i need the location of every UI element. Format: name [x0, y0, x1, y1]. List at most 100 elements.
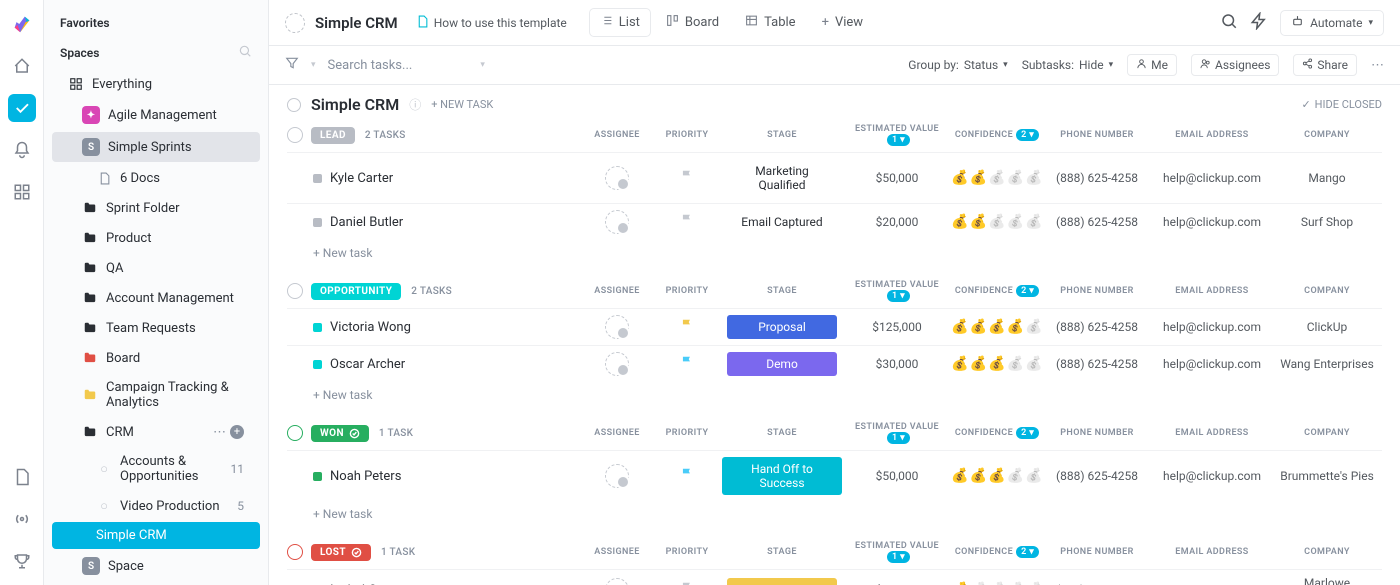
search-icon[interactable] [1220, 12, 1238, 34]
task-status-dot[interactable] [313, 472, 322, 481]
sidebar-item-account-mgmt[interactable]: Account Management [52, 284, 260, 312]
doc-icon[interactable] [8, 463, 36, 491]
email-cell[interactable]: help@clickup.com [1152, 171, 1272, 185]
email-cell[interactable]: help@clickup.com [1152, 469, 1272, 483]
task-row[interactable]: Noah Peters Hand Off to Success $50,000 … [287, 450, 1382, 501]
company-cell[interactable]: ClickUp [1272, 320, 1382, 334]
priority-cell[interactable] [652, 581, 722, 585]
tab-list[interactable]: List [589, 8, 651, 37]
phone-cell[interactable]: (888) 625-4258 [1042, 469, 1152, 483]
task-status-dot[interactable] [313, 218, 322, 227]
sidebar-item-board[interactable]: Board [52, 344, 260, 372]
confidence-cell[interactable]: 💰💰💰💰💰 [952, 319, 1042, 335]
new-task-button[interactable]: + NEW TASK [431, 98, 493, 111]
task-row[interactable]: Kyle Carter Marketing Qualified $50,000 … [287, 152, 1382, 203]
email-cell[interactable]: help@clickup.com [1152, 320, 1272, 334]
tab-add-view[interactable]: + View [811, 8, 875, 37]
share-pill[interactable]: Share [1293, 54, 1357, 76]
value-cell[interactable]: $20,000 [842, 215, 952, 229]
stage-cell[interactable]: Email Captured [722, 210, 842, 234]
company-cell[interactable]: Surf Shop [1272, 215, 1382, 229]
group-by[interactable]: Group by: Status ▾ [908, 58, 1007, 72]
assignees-pill[interactable]: Assignees [1191, 54, 1279, 76]
priority-cell[interactable] [652, 213, 722, 231]
task-status-dot[interactable] [313, 323, 322, 332]
apps-icon[interactable] [8, 178, 36, 206]
hide-closed-button[interactable]: ✓ HIDE CLOSED [1301, 98, 1382, 111]
trophy-icon[interactable] [8, 547, 36, 575]
status-pill[interactable]: WON [311, 425, 369, 442]
value-cell[interactable]: $50,000 [842, 469, 952, 483]
priority-cell[interactable] [652, 169, 722, 187]
info-icon[interactable]: ⓘ [409, 96, 421, 113]
task-status-dot[interactable] [313, 360, 322, 369]
new-task-row[interactable]: + New task [287, 240, 1382, 260]
value-cell[interactable]: $30,000 [842, 357, 952, 371]
logo-icon[interactable] [8, 10, 36, 38]
priority-cell[interactable] [652, 467, 722, 485]
company-cell[interactable]: Mango [1272, 171, 1382, 185]
sidebar-item-crm[interactable]: CRM ⋯ + [52, 418, 260, 446]
sidebar-item-simple-crm[interactable]: Simple CRM [52, 522, 260, 549]
status-pill[interactable]: LOST [311, 544, 371, 561]
phone-cell[interactable]: (888) 625-4258 [1042, 171, 1152, 185]
tab-table[interactable]: Table [734, 8, 806, 37]
group-collapse-button[interactable] [287, 127, 303, 143]
bell-icon[interactable] [8, 136, 36, 164]
value-cell[interactable]: $125,000 [842, 320, 952, 334]
check-icon[interactable] [8, 94, 36, 122]
stage-cell[interactable]: Follow Up [722, 578, 842, 585]
status-circle-icon[interactable] [285, 13, 305, 33]
confidence-cell[interactable]: 💰💰💰💰💰 [952, 170, 1042, 186]
sidebar-item-agile[interactable]: ✦ Agile Management [52, 100, 260, 130]
task-status-dot[interactable] [313, 174, 322, 183]
new-task-row[interactable]: + New task [287, 501, 1382, 521]
sidebar-item-simple-sprints[interactable]: S Simple Sprints [52, 132, 260, 162]
email-cell[interactable]: help@clickup.com [1152, 357, 1272, 371]
confidence-cell[interactable]: 💰💰💰💰💰 [952, 214, 1042, 230]
sidebar-item-qa[interactable]: QA [52, 254, 260, 282]
status-pill[interactable]: OPPORTUNITY [311, 283, 401, 300]
me-pill[interactable]: Me [1127, 54, 1177, 76]
sidebar-item-space[interactable]: S Space [52, 551, 260, 581]
phone-cell[interactable]: (888) 625-4258 [1042, 215, 1152, 229]
task-row[interactable]: Oscar Archer Demo $30,000 💰💰💰💰💰 (888) 62… [287, 345, 1382, 382]
plus-icon[interactable]: + [230, 425, 244, 439]
how-to-link[interactable]: How to use this template [416, 15, 567, 31]
group-collapse-button[interactable] [287, 544, 303, 560]
sidebar-item-everything[interactable]: Everything [52, 70, 260, 98]
confidence-cell[interactable]: 💰💰💰💰💰 [952, 356, 1042, 372]
search-icon[interactable] [238, 44, 252, 61]
sidebar-item-video-prod[interactable]: ○ Video Production 5 [52, 492, 260, 520]
new-task-row[interactable]: + New task [287, 382, 1382, 402]
priority-cell[interactable] [652, 355, 722, 373]
phone-cell[interactable]: (888) 625-4258 [1042, 357, 1152, 371]
task-row[interactable]: Victoria Wong Proposal $125,000 💰💰💰💰💰 (8… [287, 308, 1382, 345]
stage-cell[interactable]: Hand Off to Success [722, 457, 842, 495]
status-pill[interactable]: LEAD [311, 127, 355, 144]
sidebar-item-team-requests[interactable]: Team Requests [52, 314, 260, 342]
collapse-icon[interactable] [287, 98, 301, 112]
assignee-cell[interactable] [582, 210, 652, 234]
stage-cell[interactable]: Proposal [722, 315, 842, 339]
phone-cell[interactable]: (888) 625-4258 [1042, 320, 1152, 334]
sidebar-item-sprint-folder[interactable]: Sprint Folder [52, 194, 260, 222]
assignee-cell[interactable] [582, 352, 652, 376]
sidebar-item-accounts-opps[interactable]: ○ Accounts & Opportunities 11 [52, 448, 260, 490]
company-cell[interactable]: Brummette's Pies [1272, 469, 1382, 483]
tab-board[interactable]: Board [655, 8, 730, 37]
assignee-cell[interactable] [582, 464, 652, 488]
home-icon[interactable] [8, 52, 36, 80]
broadcast-icon[interactable] [8, 505, 36, 533]
automate-button[interactable]: Automate ▾ [1280, 10, 1384, 36]
priority-cell[interactable] [652, 318, 722, 336]
assignee-cell[interactable] [582, 166, 652, 190]
task-row[interactable]: Isobel Cox Follow Up $30,000 💰💰💰💰💰 (888)… [287, 569, 1382, 585]
task-row[interactable]: Daniel Butler Email Captured $20,000 💰💰💰… [287, 203, 1382, 240]
email-cell[interactable]: help@clickup.com [1152, 215, 1272, 229]
group-collapse-button[interactable] [287, 283, 303, 299]
subtasks[interactable]: Subtasks: Hide ▾ [1022, 58, 1113, 72]
sidebar-item-product[interactable]: Product [52, 224, 260, 252]
company-cell[interactable]: Marlowe Constructio [1272, 576, 1382, 585]
filter-icon[interactable] [285, 56, 299, 74]
